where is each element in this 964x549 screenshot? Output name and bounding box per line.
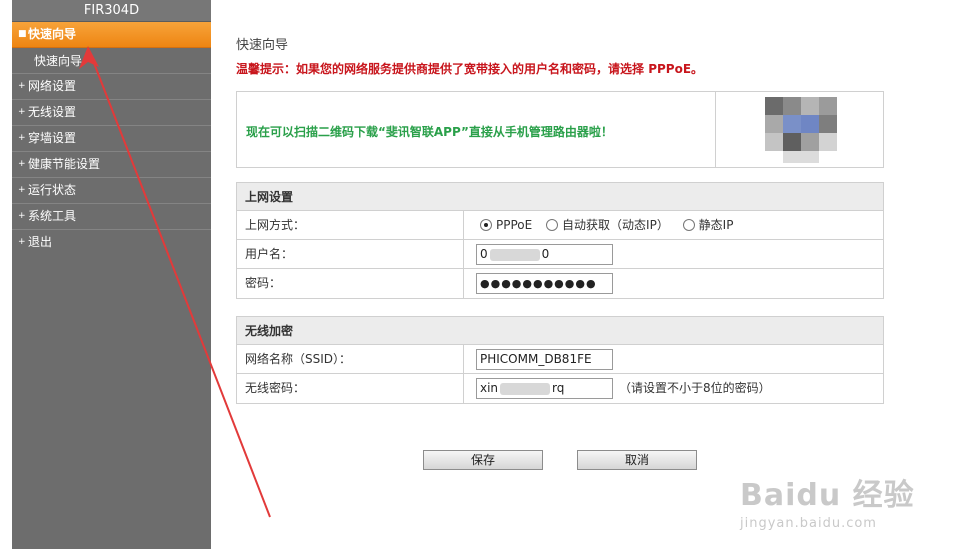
redaction-blur xyxy=(489,248,540,261)
bullet-icon: ■ xyxy=(18,29,27,39)
sidebar-item-label: 健康节能设置 xyxy=(28,157,101,171)
qr-download-box: 现在可以扫描二维码下载“斐讯智联APP”直接从手机管理路由器啦！ xyxy=(236,91,884,168)
plus-icon: + xyxy=(18,133,26,143)
connection-mode-row: 上网方式： PPPoE 自动获取（动态IP） 静态IP xyxy=(237,211,883,240)
sidebar-item-label: 运行状态 xyxy=(28,183,77,197)
plus-icon: + xyxy=(18,211,26,221)
username-row: 用户名： 00 xyxy=(237,240,883,269)
plus-icon: + xyxy=(18,81,26,91)
sidebar-item-wireless[interactable]: + 无线设置 xyxy=(12,100,211,126)
sidebar-item-label: 无线设置 xyxy=(28,105,77,119)
password-input[interactable]: ●●●●●●●●●●● xyxy=(476,273,613,294)
qr-code-image xyxy=(765,97,837,163)
wifi-password-row: 无线密码： xin rq （请设置不小于8位的密码） xyxy=(237,374,883,403)
sidebar-item-label: 退出 xyxy=(28,235,53,249)
page-title: 快速向导 xyxy=(236,38,289,53)
sidebar-item-network[interactable]: + 网络设置 xyxy=(12,74,211,100)
plus-icon: + xyxy=(18,159,26,169)
password-length-note: （请设置不小于8位的密码） xyxy=(619,381,771,395)
watermark-main: Baidu 经验 xyxy=(740,478,915,513)
plus-icon: + xyxy=(18,107,26,117)
sidebar-item-status[interactable]: + 运行状态 xyxy=(12,178,211,204)
sidebar-subitem-quick-setup[interactable]: 快速向导 xyxy=(12,48,211,74)
ssid-row: 网络名称（SSID）： PHICOMM_DB81FE xyxy=(237,345,883,374)
watermark-url: jingyan.baidu.com xyxy=(740,516,877,531)
tip-prefix: 温馨提示： xyxy=(236,62,297,76)
save-button[interactable]: 保存 xyxy=(423,450,543,470)
qr-download-text: 现在可以扫描二维码下载“斐讯智联APP”直接从手机管理路由器啦！ xyxy=(246,125,613,139)
device-model-title: FIR304D xyxy=(12,0,211,22)
sidebar-item-label: 网络设置 xyxy=(28,79,77,93)
sidebar-item-label: 快速向导 xyxy=(28,27,77,41)
section-heading: 上网设置 xyxy=(237,183,883,211)
tip-text: 温馨提示：如果您的网络服务提供商提供了宽带接入的用户名和密码，请选择 PPPoE… xyxy=(236,60,703,77)
radio-pppoe[interactable]: PPPoE xyxy=(480,211,532,240)
sidebar-item-quick-setup[interactable]: ■快速向导 xyxy=(12,22,211,48)
sidebar-item-label: 系统工具 xyxy=(28,209,77,223)
plus-icon: + xyxy=(18,185,26,195)
username-input[interactable]: 00 xyxy=(476,244,613,265)
radio-unchecked-icon xyxy=(546,219,559,231)
baidu-watermark: Baidu 经验 jingyan.baidu.com xyxy=(740,470,915,531)
internet-settings-section: 上网设置 上网方式： PPPoE 自动获取（动态IP） 静态IP 用户名： 00… xyxy=(236,182,884,299)
username-label: 用户名： xyxy=(245,247,294,261)
ssid-input[interactable]: PHICOMM_DB81FE xyxy=(476,349,613,370)
sidebar-item-logout[interactable]: + 退出 xyxy=(12,230,211,256)
sidebar: FIR304D ■快速向导 快速向导 + 网络设置 + 无线设置 + 穿墙设置 + 健康… xyxy=(12,0,211,549)
radio-dhcp[interactable]: 自动获取（动态IP） xyxy=(546,211,669,240)
plus-icon: + xyxy=(18,237,26,247)
password-label: 密码： xyxy=(245,276,282,290)
sidebar-item-system-tools[interactable]: + 系统工具 xyxy=(12,204,211,230)
radio-unchecked-icon xyxy=(682,219,695,231)
sidebar-item-power-saving[interactable]: + 健康节能设置 xyxy=(12,152,211,178)
wireless-settings-section: 无线加密 网络名称（SSID）： PHICOMM_DB81FE 无线密码： xi… xyxy=(236,316,884,404)
sidebar-item-label: 穿墙设置 xyxy=(28,131,77,145)
radio-static-ip[interactable]: 静态IP xyxy=(682,211,733,240)
ssid-label: 网络名称（SSID）： xyxy=(245,352,352,366)
connection-mode-label: 上网方式： xyxy=(245,218,306,232)
connection-mode-radios: PPPoE 自动获取（动态IP） 静态IP xyxy=(480,211,743,240)
redaction-blur xyxy=(500,382,551,395)
sidebar-item-wall-penetration[interactable]: + 穿墙设置 xyxy=(12,126,211,152)
wifi-password-input[interactable]: xin rq xyxy=(476,378,613,399)
radio-checked-icon xyxy=(480,219,492,231)
cancel-button[interactable]: 取消 xyxy=(577,450,697,470)
wifi-password-label: 无线密码： xyxy=(245,381,306,395)
section-heading: 无线加密 xyxy=(237,317,883,345)
password-row: 密码： ●●●●●●●●●●● xyxy=(237,269,883,298)
tip-body: 如果您的网络服务提供商提供了宽带接入的用户名和密码，请选择 PPPoE。 xyxy=(296,62,704,76)
